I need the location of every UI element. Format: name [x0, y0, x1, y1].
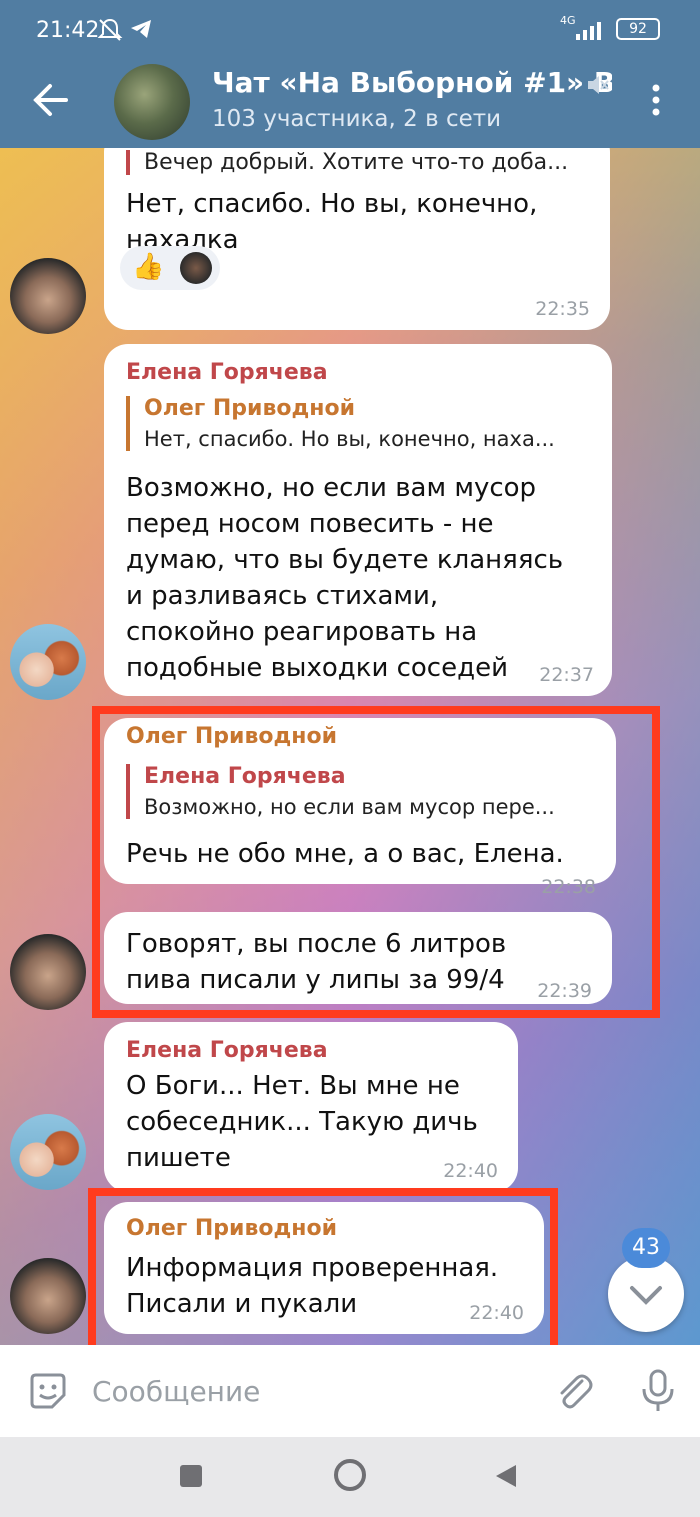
- sender-name[interactable]: Елена Горячева: [126, 360, 328, 385]
- message-text: О Боги... Нет. Вы мне не собеседник... Т…: [126, 1071, 478, 1173]
- more-menu-icon[interactable]: [644, 80, 668, 120]
- chat-area[interactable]: Вечер добрый. Хотите что-то доба... Нет,…: [0, 148, 700, 1345]
- recents-button[interactable]: [180, 1465, 202, 1487]
- chat-avatar[interactable]: [114, 64, 190, 140]
- reply-sender: Олег Приводной: [144, 396, 355, 421]
- avatar[interactable]: [10, 624, 86, 700]
- reply-text: Нет, спасибо. Но вы, конечно, наха...: [144, 427, 555, 451]
- thumbs-up-icon[interactable]: 👍: [132, 252, 164, 282]
- message-time: 22:37: [539, 664, 594, 686]
- muted-chat-icon: [584, 72, 610, 102]
- reply-quote[interactable]: Олег Приводной Нет, спасибо. Но вы, коне…: [126, 396, 596, 451]
- unread-count-badge: 43: [622, 1228, 670, 1268]
- home-button[interactable]: [334, 1459, 366, 1491]
- highlight-frame: [92, 706, 660, 1018]
- avatar[interactable]: [10, 258, 86, 334]
- message-bubble[interactable]: Вечер добрый. Хотите что-то доба... Нет,…: [104, 148, 610, 330]
- signal-icon: [572, 16, 608, 48]
- telegram-icon: [128, 16, 154, 46]
- attach-icon[interactable]: [552, 1369, 596, 1417]
- back-button[interactable]: [494, 1463, 518, 1493]
- status-bar: 21:42 4G 92: [0, 0, 700, 60]
- highlight-frame: [88, 1188, 558, 1345]
- app-header: 21:42 4G 92 Чат «На Выборной #1» В 103 у…: [0, 0, 700, 148]
- back-arrow-icon[interactable]: [28, 80, 72, 120]
- message-bubble[interactable]: Елена Горячева Олег Приводной Нет, спаси…: [104, 344, 612, 696]
- avatar[interactable]: [10, 1114, 86, 1190]
- system-nav-bar: [0, 1437, 700, 1517]
- battery-icon: 92: [616, 18, 660, 40]
- reply-text: Вечер добрый. Хотите что-то доба...: [144, 150, 569, 175]
- reactor-avatar: [180, 252, 212, 284]
- status-time: 21:42: [36, 18, 100, 43]
- message-bubble[interactable]: Елена Горячева О Боги... Нет. Вы мне не …: [104, 1022, 518, 1192]
- mute-notifications-icon: [96, 16, 124, 48]
- sticker-icon[interactable]: [26, 1369, 70, 1417]
- chat-subtitle: 103 участника, 2 в сети: [212, 106, 502, 132]
- message-input[interactable]: Сообщение: [92, 1375, 260, 1408]
- microphone-icon[interactable]: [636, 1367, 680, 1419]
- chat-title[interactable]: Чат «На Выборной #1» В: [212, 66, 612, 102]
- reactions[interactable]: 👍: [120, 246, 220, 290]
- message-composer: Сообщение: [0, 1345, 700, 1437]
- avatar[interactable]: [10, 1258, 86, 1334]
- message-time: 22:35: [535, 298, 590, 320]
- sender-name[interactable]: Елена Горячева: [126, 1038, 328, 1063]
- avatar[interactable]: [10, 934, 86, 1010]
- message-time: 22:40: [443, 1160, 498, 1182]
- message-text: Возможно, но если вам мусор перед носом …: [126, 473, 564, 683]
- reply-quote[interactable]: Вечер добрый. Хотите что-то доба...: [126, 150, 596, 175]
